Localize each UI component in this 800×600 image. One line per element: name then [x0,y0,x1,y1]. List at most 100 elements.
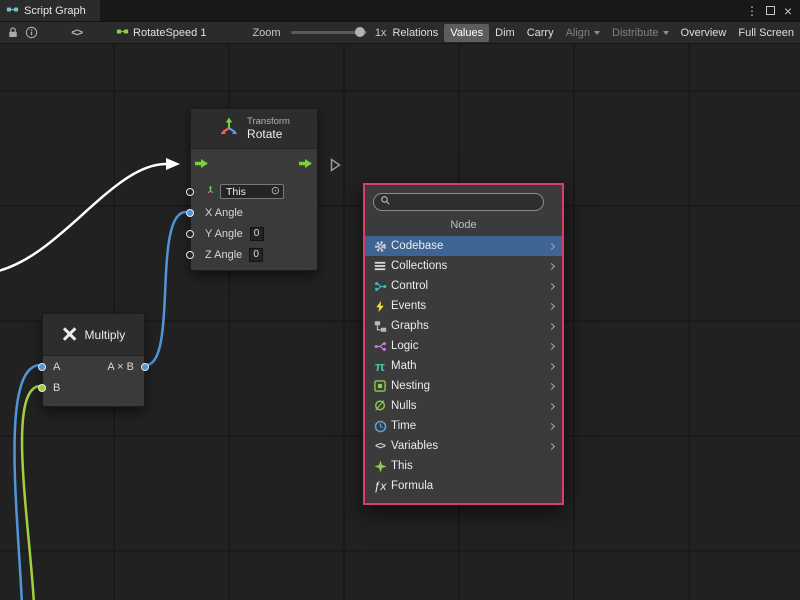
window-menu-icon[interactable]: ⋮ [743,2,761,20]
transform-rotate-node[interactable]: Transform Rotate [190,108,318,271]
flow-input-port[interactable] [195,158,209,172]
chevron-right-icon [548,342,555,349]
nested-squares-icon [372,378,388,394]
finder-item-events[interactable]: Events [365,296,562,316]
fullscreen-button[interactable]: Full Screen [732,24,800,42]
node-search-input[interactable] [395,195,537,209]
ghost-connection-arrow-icon [330,158,341,175]
z-angle-input[interactable] [249,248,263,262]
lightning-icon [372,298,388,314]
flow-output-port[interactable] [299,158,313,172]
distribute-dropdown[interactable]: Distribute [606,24,674,42]
finder-item-math[interactable]: π Math [365,356,562,376]
finder-item-nulls[interactable]: ∅ Nulls [365,396,562,416]
chevron-right-icon [548,262,555,269]
title-tab-bar: Script Graph ⋮ × [0,0,800,21]
zoom-slider-knob[interactable] [355,27,365,37]
a-port-row: A A × B [43,356,144,377]
logic-branch-icon [372,338,388,354]
chevron-right-icon [548,402,555,409]
list-icon [372,258,388,274]
product-output-port[interactable] [141,363,149,371]
finder-item-control[interactable]: Control [365,276,562,296]
graph-breadcrumb[interactable]: RotateSpeed 1 [116,26,206,40]
chevron-right-icon [548,322,555,329]
this-input-port[interactable] [186,188,194,196]
item-label: Variables [391,440,438,452]
info-icon[interactable] [23,23,42,42]
zoom-value: 1x [375,27,387,39]
item-label: Logic [391,340,419,352]
align-dropdown[interactable]: Align [560,24,606,42]
b-port-row: B [43,377,144,398]
caret-down-icon [594,31,600,35]
finder-item-variables[interactable]: <> Variables [365,436,562,456]
angle-brackets-icon: <> [372,438,388,454]
zoom-label: Zoom [252,27,280,39]
graph-canvas[interactable]: Transform Rotate [0,44,800,600]
finder-item-formula[interactable]: ƒx Formula [365,476,562,496]
a-input-port[interactable] [38,363,46,371]
item-label: Nulls [391,400,417,412]
finder-item-time[interactable]: Time [365,416,562,436]
tab-script-graph[interactable]: Script Graph [0,0,100,21]
carry-button[interactable]: Carry [521,24,560,42]
zoom-slider[interactable] [291,31,367,34]
dim-button[interactable]: Dim [489,24,521,42]
tab-title: Script Graph [24,5,86,17]
object-picker-icon[interactable]: ⊙ [271,186,280,197]
x-angle-label: X Angle [205,207,243,219]
maximize-icon[interactable] [761,2,779,20]
chevron-right-icon [548,362,555,369]
relations-button[interactable]: Relations [386,24,444,42]
finder-item-collections[interactable]: Collections [365,256,562,276]
node-finder-popup: Node Codebase Collections Control [363,183,564,505]
node-type-label: Transform [247,116,290,127]
x-angle-input-port[interactable] [186,209,194,217]
node-title: Multiply [85,328,126,342]
a-label: A [53,361,60,373]
toolbar-buttons: Relations Values Dim Carry Align Distrib… [386,22,800,43]
x-angle-row: X Angle [191,202,317,223]
y-angle-input-port[interactable] [186,230,194,238]
item-label: Math [391,360,417,372]
finder-item-nesting[interactable]: Nesting [365,376,562,396]
chevron-right-icon [548,442,555,449]
transform-node-header[interactable]: Transform Rotate [191,109,317,149]
y-angle-input[interactable] [250,227,264,241]
null-icon: ∅ [372,398,388,414]
item-label: This [391,460,413,472]
axis-icon [205,185,216,199]
close-icon[interactable]: × [779,2,797,20]
item-label: Collections [391,260,447,272]
search-field[interactable] [373,193,544,211]
this-value-field[interactable]: This ⊙ [220,184,284,199]
multiply-icon: × [62,321,78,348]
edit-code-icon[interactable]: <> [71,27,82,39]
item-label: Events [391,300,426,312]
b-input-port[interactable] [38,384,46,392]
finder-item-codebase[interactable]: Codebase [365,236,562,256]
star-icon [372,458,388,474]
z-angle-input-port[interactable] [186,251,194,259]
z-angle-label: Z Angle [205,249,242,261]
multiply-node-header[interactable]: × Multiply [43,314,144,356]
flowchart-icon [372,318,388,334]
item-label: Codebase [391,240,443,252]
clock-icon [372,418,388,434]
finder-item-graphs[interactable]: Graphs [365,316,562,336]
chevron-right-icon [548,302,555,309]
y-angle-label: Y Angle [205,228,243,240]
b-label: B [53,382,60,394]
values-button[interactable]: Values [444,24,489,42]
finder-header: Node [365,213,562,236]
overview-button[interactable]: Overview [675,24,733,42]
item-label: Control [391,280,428,292]
this-port-row: This ⊙ [191,181,317,202]
search-icon [380,195,391,209]
this-value-label: This [226,186,246,198]
lock-icon[interactable] [4,23,23,42]
finder-item-this[interactable]: This [365,456,562,476]
finder-item-logic[interactable]: Logic [365,336,562,356]
multiply-node[interactable]: × Multiply A A × B B [42,313,145,407]
